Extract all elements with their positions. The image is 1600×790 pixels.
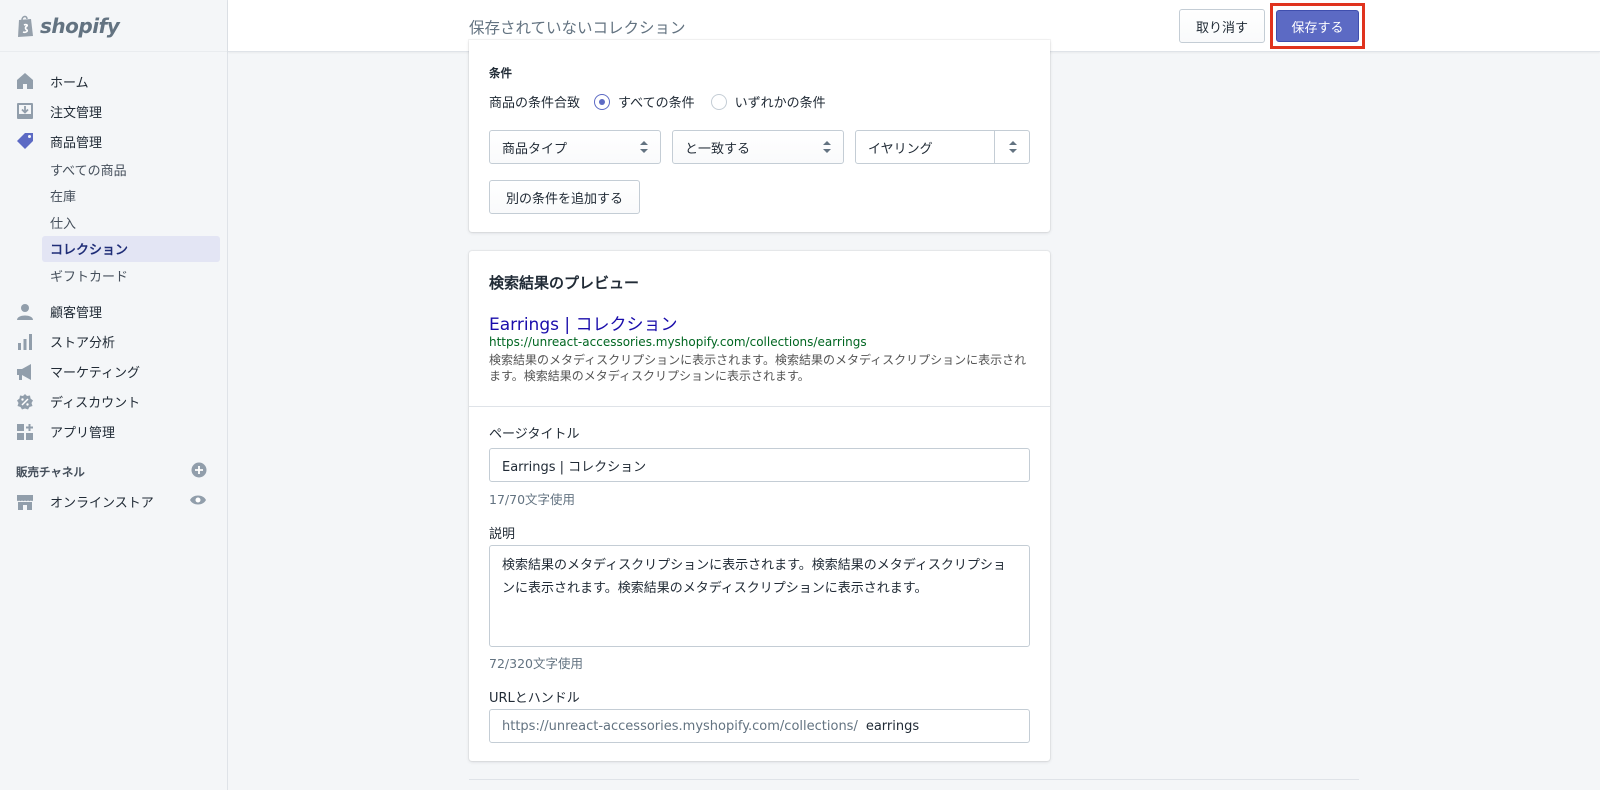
save-button[interactable]: 保存する xyxy=(1276,10,1359,42)
sales-channels-label: 販売チャネル xyxy=(16,464,85,479)
sidebar-item-label: アプリ管理 xyxy=(50,426,116,441)
sidebar-subitem-all-products[interactable]: すべての商品 xyxy=(0,156,215,183)
match-any-radio[interactable] xyxy=(710,93,727,110)
sidebar: shopify ホーム 注文管理 商品管理 すべての商品 在庫 仕入 コレクショ… xyxy=(0,0,228,790)
sidebar-item-label: ホーム xyxy=(50,75,89,91)
description-char-count: 72/320文字使用 xyxy=(489,656,583,671)
combobox-divider xyxy=(994,131,995,163)
sidebar-item-label: ストア分析 xyxy=(50,336,116,351)
eye-icon[interactable] xyxy=(189,494,207,510)
sidebar-subitem-gift-cards[interactable]: ギフトカード xyxy=(0,262,215,289)
match-any-label[interactable]: いずれかの条件 xyxy=(735,92,826,111)
footer-divider xyxy=(469,779,1359,780)
sidebar-item-apps[interactable]: アプリ管理 xyxy=(0,417,227,447)
page-title-input[interactable]: Earrings | コレクション xyxy=(489,448,1030,482)
page-title-label: ページタイトル xyxy=(489,427,580,442)
seo-preview-url: https://unreact-accessories.myshopify.co… xyxy=(489,335,867,349)
sidebar-item-orders[interactable]: 注文管理 xyxy=(0,96,227,126)
conditions-card: 条件 商品の条件合致 すべての条件 いずれかの条件 商品タイプ と一致する イヤ… xyxy=(469,40,1050,232)
sidebar-item-label: 商品管理 xyxy=(50,135,103,151)
sidebar-subitem-label: すべての商品 xyxy=(50,163,127,179)
match-all-label[interactable]: すべての条件 xyxy=(618,92,695,111)
discard-button[interactable]: 取り消す xyxy=(1179,9,1265,43)
sidebar-item-discounts[interactable]: ディスカウント xyxy=(0,387,227,417)
sidebar-subitem-label: 仕入 xyxy=(50,216,77,232)
products-tag-icon xyxy=(16,132,34,150)
orders-icon xyxy=(16,102,34,120)
match-all-radio[interactable] xyxy=(594,93,611,110)
add-condition-button[interactable]: 別の条件を追加する xyxy=(489,180,640,214)
home-icon xyxy=(16,72,34,90)
add-channel-icon[interactable] xyxy=(191,462,207,481)
brand-name: shopify xyxy=(40,13,120,38)
sidebar-item-products[interactable]: 商品管理 xyxy=(0,126,227,156)
sidebar-subitem-label: 在庫 xyxy=(50,190,77,206)
url-prefix: https://unreact-accessories.myshopify.co… xyxy=(502,718,858,734)
marketing-icon xyxy=(16,363,34,381)
shopify-bag-icon xyxy=(16,14,36,38)
seo-preview-title: Earrings | コレクション xyxy=(489,315,678,335)
description-label: 説明 xyxy=(489,527,516,542)
sidebar-item-label: 注文管理 xyxy=(50,105,103,121)
condition-field-select[interactable]: 商品タイプ xyxy=(489,130,661,164)
sidebar-subitem-label: ギフトカード xyxy=(50,269,129,285)
online-store-icon xyxy=(16,493,34,511)
analytics-icon xyxy=(16,333,34,351)
seo-card: 検索結果のプレビュー Earrings | コレクション https://unr… xyxy=(469,251,1050,761)
sidebar-item-label: オンラインストア xyxy=(50,496,154,511)
sidebar-item-online-store[interactable]: オンラインストア xyxy=(0,487,227,517)
description-textarea[interactable]: 検索結果のメタディスクリプションに表示されます。検索結果のメタディスクリプション… xyxy=(489,545,1030,647)
page-title-char-count: 17/70文字使用 xyxy=(489,492,576,507)
sidebar-subitem-inventory[interactable]: 在庫 xyxy=(0,183,215,210)
match-type-row: 商品の条件合致 すべての条件 いずれかの条件 xyxy=(489,92,826,111)
select-arrows-icon[interactable] xyxy=(1009,140,1017,154)
condition-relation-value: と一致する xyxy=(685,141,751,157)
url-handle-label: URLとハンドル xyxy=(489,691,580,706)
apps-icon xyxy=(16,423,34,441)
description-value: 検索結果のメタディスクリプションに表示されます。検索結果のメタディスクリプション… xyxy=(502,558,1006,596)
page-title-value: Earrings | コレクション xyxy=(502,459,647,475)
sidebar-item-marketing[interactable]: マーケティング xyxy=(0,357,227,387)
condition-relation-select[interactable]: と一致する xyxy=(672,130,844,164)
divider xyxy=(469,406,1050,407)
url-handle-input[interactable]: https://unreact-accessories.myshopify.co… xyxy=(489,709,1030,743)
sidebar-item-label: マーケティング xyxy=(50,366,140,381)
sidebar-subitem-collections[interactable]: コレクション xyxy=(42,235,220,262)
sidebar-subitem-transfers[interactable]: 仕入 xyxy=(0,209,215,236)
match-type-label: 商品の条件合致 xyxy=(489,96,581,111)
seo-preview-description: 検索結果のメタディスクリプションに表示されます。検索結果のメタディスクリプション… xyxy=(489,353,1027,383)
url-handle-value: earrings xyxy=(865,718,920,734)
seo-preview-heading: 検索結果のプレビュー xyxy=(489,274,640,292)
sidebar-item-label: ディスカウント xyxy=(50,396,141,411)
discount-icon xyxy=(16,393,34,411)
sidebar-item-customers[interactable]: 顧客管理 xyxy=(0,297,227,327)
save-button-highlight: 保存する xyxy=(1270,3,1365,49)
condition-field-value: 商品タイプ xyxy=(502,141,568,157)
sidebar-item-label: 顧客管理 xyxy=(50,306,103,321)
sales-channels-header: 販売チャネル xyxy=(0,457,227,487)
select-arrows-icon xyxy=(823,140,831,154)
condition-value-text: イヤリング xyxy=(868,141,933,157)
conditions-heading: 条件 xyxy=(489,66,512,80)
sidebar-item-home[interactable]: ホーム xyxy=(0,66,227,96)
condition-value-input[interactable]: イヤリング xyxy=(855,130,1030,164)
sidebar-subitem-label: コレクション xyxy=(50,243,129,259)
shopify-logo[interactable]: shopify xyxy=(0,0,227,52)
sidebar-item-analytics[interactable]: ストア分析 xyxy=(0,327,227,357)
main-nav: ホーム 注文管理 商品管理 すべての商品 在庫 仕入 コレクション ギフトカード… xyxy=(0,52,227,517)
customers-icon xyxy=(16,303,34,321)
page-title: 保存されていないコレクション xyxy=(469,19,686,37)
select-arrows-icon xyxy=(640,140,648,154)
